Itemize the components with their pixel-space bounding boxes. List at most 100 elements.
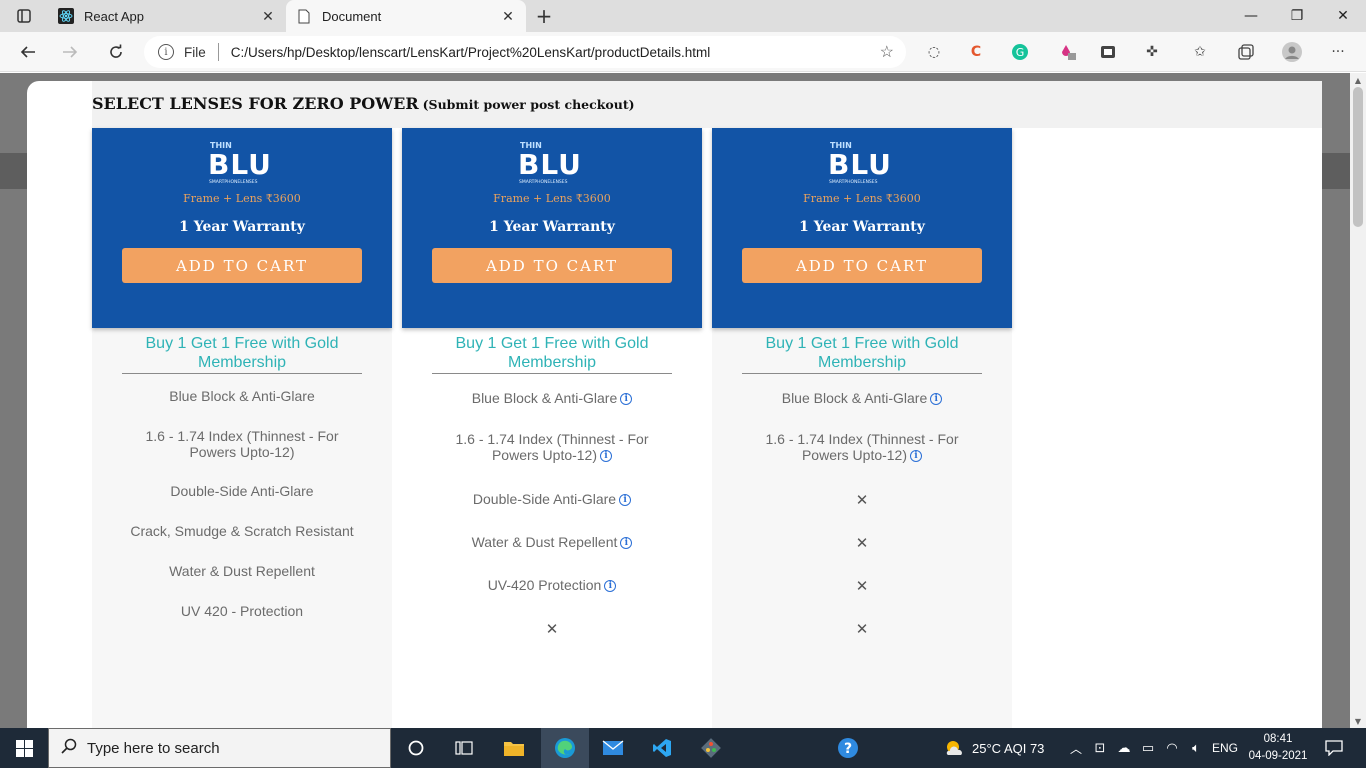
warranty-label: 1 Year Warranty bbox=[799, 219, 925, 235]
svg-text:?: ? bbox=[844, 741, 852, 757]
refresh-icon[interactable] bbox=[102, 38, 130, 66]
profile-avatar-icon[interactable] bbox=[1282, 42, 1302, 62]
notifications-icon[interactable] bbox=[1320, 734, 1348, 762]
thin-blu-logo: THIN BLU SMARTPHONELENSES bbox=[208, 140, 276, 186]
feature-label: Crack, Smudge & Scratch Resistant bbox=[130, 523, 354, 539]
product-column: THIN BLU SMARTPHONELENSES Frame + Lens ₹360… bbox=[402, 128, 702, 728]
unavailable-x-icon: ✕ bbox=[545, 620, 559, 638]
tab-react-app[interactable]: React App ✕ bbox=[48, 0, 286, 32]
info-icon[interactable]: i bbox=[620, 537, 633, 549]
git-tool-icon[interactable] bbox=[697, 734, 725, 762]
extensions-puzzle-icon[interactable]: ✜ bbox=[1142, 42, 1162, 62]
feature-label: Double-Side Anti-Glare bbox=[472, 491, 617, 507]
vscode-icon[interactable] bbox=[648, 734, 676, 762]
windows-start-icon[interactable] bbox=[0, 728, 48, 768]
scheme-label: File bbox=[184, 44, 206, 60]
gold-membership-promo-link[interactable]: Buy 1 Get 1 Free with Gold Membership bbox=[742, 334, 982, 374]
product-column: THIN BLU SMARTPHONELENSES Frame + Lens ₹360… bbox=[712, 128, 1012, 728]
edge-browser-icon[interactable] bbox=[551, 734, 579, 762]
clock-time: 08:41 bbox=[1263, 733, 1293, 745]
react-icon bbox=[58, 8, 74, 24]
grammarly-icon[interactable]: G bbox=[1010, 42, 1030, 62]
weather-icon[interactable] bbox=[940, 734, 968, 762]
logo-bottom-text: SMARTPHONELENSES bbox=[829, 179, 878, 185]
gold-membership-promo-link[interactable]: Buy 1 Get 1 Free with Gold Membership bbox=[432, 334, 672, 374]
divider bbox=[217, 43, 219, 61]
feature-item: 1.6 - 1.74 Index (Thinnest - For Powers … bbox=[742, 431, 982, 463]
feature-label: Water & Dust Repellent bbox=[169, 563, 315, 579]
favorite-star-icon[interactable]: ☆ bbox=[880, 42, 894, 62]
logo-main-text: BLU bbox=[208, 148, 272, 181]
maximize-button[interactable]: ❐ bbox=[1274, 0, 1320, 32]
help-icon[interactable]: ? bbox=[834, 734, 862, 762]
volume-icon[interactable]: 🔈︎ bbox=[1182, 734, 1210, 762]
collections-icon[interactable] bbox=[1236, 42, 1256, 62]
back-arrow-icon[interactable] bbox=[14, 38, 42, 66]
logo-main-text: BLU bbox=[828, 148, 892, 181]
extension-screen-icon[interactable] bbox=[1098, 42, 1118, 62]
tab-actions-icon[interactable] bbox=[10, 6, 38, 26]
new-tab-button[interactable]: + bbox=[532, 4, 556, 28]
file-explorer-icon[interactable] bbox=[500, 734, 528, 762]
feature-item: Double-Side Anti-Glare i bbox=[432, 491, 672, 507]
cortana-icon[interactable] bbox=[402, 734, 430, 762]
mail-icon[interactable] bbox=[599, 734, 627, 762]
forward-arrow-icon[interactable] bbox=[56, 38, 84, 66]
task-view-icon[interactable] bbox=[450, 734, 478, 762]
taskbar-search-input[interactable]: Type here to search bbox=[48, 728, 391, 768]
info-icon[interactable]: i bbox=[930, 393, 943, 405]
heading-text: SELECT LENSES FOR ZERO POWER bbox=[92, 94, 419, 113]
search-placeholder: Type here to search bbox=[87, 739, 220, 757]
gold-membership-promo-link[interactable]: Buy 1 Get 1 Free with Gold Membership bbox=[122, 334, 362, 374]
tab-document[interactable]: Document ✕ bbox=[286, 0, 526, 32]
feature-item: Blue Block & Anti-Glare i bbox=[742, 390, 982, 406]
page-viewport: SELECT LENSES FOR ZERO POWER (Submit powe… bbox=[0, 73, 1350, 728]
add-to-cart-button[interactable]: ADD TO CART bbox=[432, 248, 672, 283]
add-to-cart-button[interactable]: ADD TO CART bbox=[742, 248, 982, 283]
scroll-down-arrow-icon[interactable]: ▼ bbox=[1350, 714, 1366, 728]
warranty-label: 1 Year Warranty bbox=[179, 219, 305, 235]
scrollbar-thumb[interactable] bbox=[1353, 87, 1363, 227]
feature-item: Water & Dust Repellent bbox=[122, 563, 362, 579]
tab-title: Document bbox=[322, 8, 382, 24]
extension-drop-icon[interactable] bbox=[1058, 42, 1078, 62]
language-indicator[interactable]: ENG bbox=[1212, 728, 1238, 768]
address-bar[interactable]: i File C:/Users/hp/Desktop/lenscart/Lens… bbox=[144, 36, 906, 68]
browser-toolbar: i File C:/Users/hp/Desktop/lenscart/Lens… bbox=[0, 32, 1366, 72]
settings-more-icon[interactable]: ··· bbox=[1328, 42, 1348, 62]
info-icon[interactable]: i bbox=[620, 393, 633, 405]
panel-header: SELECT LENSES FOR ZERO POWER (Submit powe… bbox=[92, 81, 1322, 128]
url-text[interactable]: C:/Users/hp/Desktop/lenscart/LensKart/Pr… bbox=[231, 45, 710, 60]
extension-clock-icon[interactable]: ◌ bbox=[924, 42, 944, 62]
price-label: Frame + Lens ₹3600 bbox=[493, 192, 611, 205]
unavailable-x-icon: ✕ bbox=[855, 534, 869, 552]
info-icon[interactable]: i bbox=[910, 450, 923, 462]
feature-item: Blue Block & Anti-Glare i bbox=[432, 390, 672, 406]
close-tab-icon[interactable]: ✕ bbox=[256, 4, 280, 28]
feature-item: UV 420 - Protection bbox=[122, 603, 362, 619]
add-to-cart-button[interactable]: ADD TO CART bbox=[122, 248, 362, 283]
weather-text[interactable]: 25°C AQI 73 bbox=[972, 728, 1044, 768]
thin-blu-logo: THIN BLU SMARTPHONELENSES bbox=[518, 140, 586, 186]
feature-item: UV-420 Protection i bbox=[432, 577, 672, 593]
extension-c-icon[interactable]: C bbox=[966, 42, 986, 62]
scroll-up-arrow-icon[interactable]: ▲ bbox=[1350, 73, 1366, 87]
close-tab-icon[interactable]: ✕ bbox=[496, 4, 520, 28]
info-icon[interactable]: i bbox=[619, 494, 632, 506]
minimize-button[interactable]: — bbox=[1228, 0, 1274, 32]
site-info-icon[interactable]: i bbox=[158, 44, 174, 60]
product-card: THIN BLU SMARTPHONELENSES Frame + Lens ₹360… bbox=[712, 128, 1012, 328]
svg-text:G: G bbox=[1016, 46, 1025, 59]
feature-item: Crack, Smudge & Scratch Resistant bbox=[122, 523, 362, 539]
info-icon[interactable]: i bbox=[604, 580, 617, 592]
vertical-scrollbar[interactable]: ▲ ▼ bbox=[1350, 73, 1366, 728]
feature-item: 1.6 - 1.74 Index (Thinnest - For Powers … bbox=[122, 428, 362, 460]
system-clock[interactable]: 08:41 04-09-2021 bbox=[1240, 731, 1316, 765]
feature-item: Water & Dust Repellent i bbox=[432, 534, 672, 550]
favorites-icon[interactable]: ✩ bbox=[1190, 42, 1210, 62]
thin-blu-logo: THIN BLU SMARTPHONELENSES bbox=[828, 140, 896, 186]
info-icon[interactable]: i bbox=[600, 450, 613, 462]
feature-label: 1.6 - 1.74 Index (Thinnest - For Powers … bbox=[455, 431, 649, 463]
price-label: Frame + Lens ₹3600 bbox=[803, 192, 921, 205]
close-window-button[interactable]: ✕ bbox=[1320, 0, 1366, 32]
